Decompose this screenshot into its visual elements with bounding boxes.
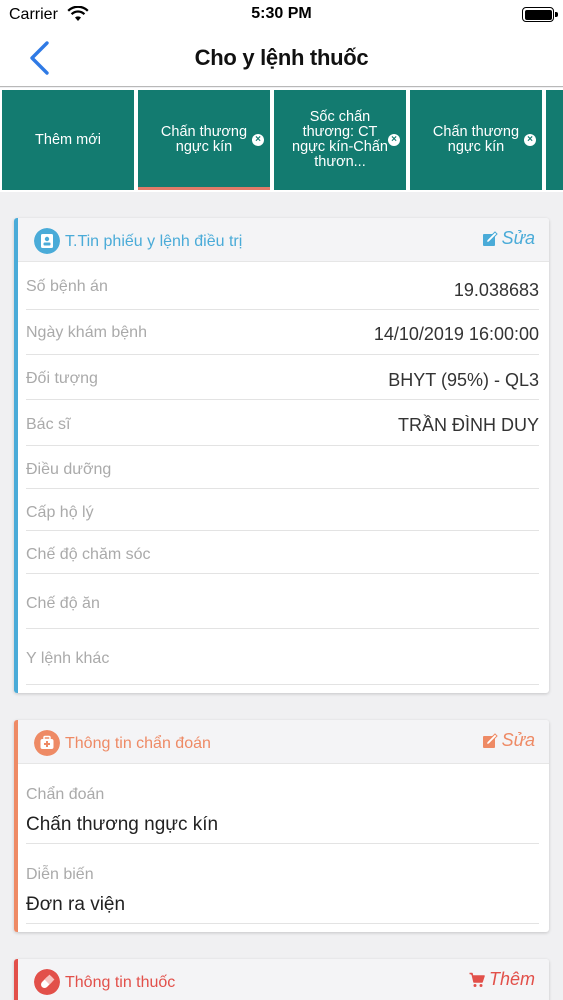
progress-field: Diễn biến Đơn ra viện [26, 844, 539, 924]
field-label: Cấp hộ lý [26, 504, 94, 521]
field-label: Diễn biến [26, 866, 94, 883]
field-label: Y lệnh khác [26, 650, 110, 667]
field-row-che-do-an: Chế độ ăn [26, 574, 539, 629]
cart-icon [469, 972, 485, 987]
diagnosis-card: Thông tin chẩn đoán Sửa Chẩn đoán Chấn t… [14, 720, 549, 932]
diagnosis-tabs: Thêm mới Chấn thương ngực kín × Sốc chấn… [0, 88, 563, 192]
pill-icon [34, 969, 60, 995]
edit-diagnosis-button[interactable]: Sửa [482, 730, 535, 751]
status-bar: Carrier 5:30 PM [0, 0, 563, 30]
edit-label: Sửa [501, 730, 535, 750]
diagnosis-field: Chẩn đoán Chấn thương ngực kín [26, 764, 539, 844]
field-row-y-lenh-khac: Y lệnh khác [26, 629, 539, 685]
card-title: Thông tin chẩn đoán [65, 735, 211, 752]
navigation-bar: Cho y lệnh thuốc [0, 30, 563, 87]
tab-overflow[interactable] [546, 90, 563, 190]
battery-icon [522, 7, 558, 22]
tab-label: Chấn thương ngực kín [160, 124, 248, 155]
card-header: Thông tin thuốc Thêm [18, 959, 549, 1000]
medicine-card: Thông tin thuốc Thêm [14, 959, 549, 1000]
edit-icon [482, 230, 498, 246]
field-label: Số bệnh án [26, 278, 108, 295]
field-label: Đối tượng [26, 370, 98, 387]
card-header: Thông tin chẩn đoán Sửa [18, 720, 549, 764]
tab-label: Thêm mới [35, 131, 101, 148]
page-title: Cho y lệnh thuốc [194, 45, 369, 70]
field-row-ngay-kham: Ngày khám bệnh 14/10/2019 16:00:00 [26, 310, 539, 355]
close-tab-icon[interactable]: × [388, 134, 400, 146]
field-row-so-benh-an: Số bệnh án 19.038683 [26, 262, 539, 310]
field-label: Chẩn đoán [26, 786, 105, 803]
field-label: Ngày khám bệnh [26, 324, 147, 341]
tab-label: Chấn thương ngực kín [432, 124, 520, 155]
field-row-bac-si: Bác sĩ TRẦN ĐÌNH DUY [26, 400, 539, 446]
card-title: Thông tin thuốc [65, 974, 176, 991]
field-label: Chế độ chăm sóc [26, 546, 151, 563]
field-row-doi-tuong: Đối tượng BHYT (95%) - QL3 [26, 355, 539, 400]
close-tab-icon[interactable]: × [252, 134, 264, 146]
field-label: Chế độ ăn [26, 595, 100, 612]
tab-add-new[interactable]: Thêm mới [2, 90, 134, 190]
field-value: Chấn thương ngực kín [26, 814, 219, 835]
medical-bag-icon [34, 730, 60, 756]
card-title: T.Tin phiếu y lệnh điều trị [65, 233, 243, 250]
add-label: Thêm [488, 969, 535, 989]
edit-ticket-button[interactable]: Sửa [482, 228, 535, 249]
field-row-cap-ho-ly: Cấp hộ lý [26, 489, 539, 531]
add-medicine-button[interactable]: Thêm [469, 969, 535, 990]
tab-chan-thuong-nguc-kin[interactable]: Chấn thương ngực kín × [138, 90, 270, 190]
tab-soc-chan-thuong[interactable]: Sốc chấn thương: CT ngực kín-Chấn thươn.… [274, 90, 406, 190]
edit-label: Sửa [501, 228, 535, 248]
treatment-ticket-card: T.Tin phiếu y lệnh điều trị Sửa Số bệnh … [14, 218, 549, 693]
field-value: BHYT (95%) - QL3 [388, 370, 539, 390]
field-value: Đơn ra viện [26, 894, 126, 915]
field-value: 19.038683 [453, 280, 539, 300]
card-header: T.Tin phiếu y lệnh điều trị Sửa [18, 218, 549, 262]
id-card-icon [34, 228, 60, 254]
field-label: Điều dưỡng [26, 461, 112, 478]
status-time: 5:30 PM [251, 5, 312, 22]
close-tab-icon[interactable]: × [524, 134, 536, 146]
tab-chan-thuong-nguc-kin-2[interactable]: Chấn thương ngực kín × [410, 90, 542, 190]
field-value: 14/10/2019 16:00:00 [373, 324, 539, 344]
field-value: TRẦN ĐÌNH DUY [397, 415, 539, 435]
field-row-dieu-duong: Điều dưỡng [26, 446, 539, 489]
tab-label: Sốc chấn thương: CT ngực kín-Chấn thươn.… [292, 109, 388, 170]
field-label: Bác sĩ [26, 416, 71, 433]
edit-icon [482, 732, 498, 748]
field-row-che-do-cham-soc: Chế độ chăm sóc [26, 531, 539, 574]
